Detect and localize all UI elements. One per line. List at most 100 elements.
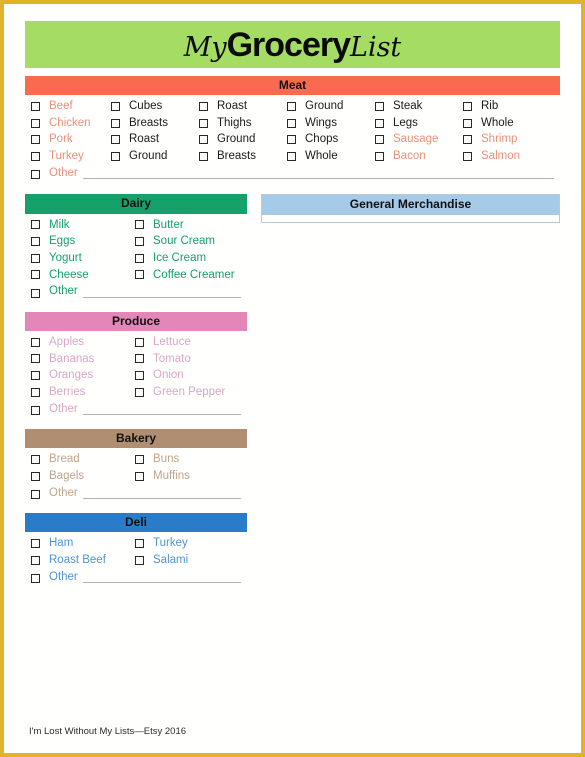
checkbox-dairy-3-0[interactable]: [31, 270, 40, 280]
checkbox-dairy-1-1[interactable]: [135, 237, 144, 247]
list-item[interactable]: Breasts: [199, 150, 287, 163]
list-item[interactable]: Roast Beef: [31, 554, 135, 567]
list-item[interactable]: Steak: [375, 100, 463, 113]
checkbox-produce-3-0[interactable]: [31, 387, 40, 397]
other-write-in-line[interactable]: [82, 286, 241, 298]
list-item[interactable]: Oranges: [31, 369, 135, 382]
list-item[interactable]: Roast: [199, 100, 287, 113]
checkbox-dairy-1-0[interactable]: [31, 237, 40, 247]
checkbox-meat-2-5[interactable]: [463, 135, 472, 145]
other-entry-row[interactable]: Other: [31, 403, 245, 416]
list-item[interactable]: Lettuce: [135, 336, 239, 349]
list-item[interactable]: Milk: [31, 219, 135, 232]
list-item[interactable]: Pork: [31, 133, 111, 146]
list-item[interactable]: Berries: [31, 386, 135, 399]
checkbox-deli-1-0[interactable]: [31, 555, 40, 565]
list-item[interactable]: Yogurt: [31, 252, 135, 265]
list-item[interactable]: Roast: [111, 133, 199, 146]
checkbox-meat-3-3[interactable]: [287, 151, 296, 161]
checkbox-produce-other[interactable]: [31, 406, 40, 416]
checkbox-meat-1-0[interactable]: [31, 118, 40, 128]
checkbox-dairy-2-0[interactable]: [31, 253, 40, 263]
list-item[interactable]: Thighs: [199, 117, 287, 130]
checkbox-meat-2-0[interactable]: [31, 135, 40, 145]
checkbox-meat-3-5[interactable]: [463, 151, 472, 161]
list-item[interactable]: Chops: [287, 133, 375, 146]
checkbox-dairy-0-1[interactable]: [135, 220, 144, 230]
checkbox-meat-1-3[interactable]: [287, 118, 296, 128]
list-item[interactable]: Beef: [31, 100, 111, 113]
checkbox-deli-other[interactable]: [31, 574, 40, 584]
other-write-in-line[interactable]: [82, 167, 554, 180]
checkbox-meat-3-0[interactable]: [31, 151, 40, 161]
list-item[interactable]: Cubes: [111, 100, 199, 113]
list-item[interactable]: Sausage: [375, 133, 463, 146]
list-item[interactable]: Apples: [31, 336, 135, 349]
list-item[interactable]: Rib: [463, 100, 551, 113]
checkbox-bakery-1-1[interactable]: [135, 471, 144, 481]
list-item[interactable]: Muffins: [135, 470, 239, 483]
list-item[interactable]: Legs: [375, 117, 463, 130]
list-item[interactable]: Ground: [199, 133, 287, 146]
list-item[interactable]: Ham: [31, 537, 135, 550]
checkbox-produce-1-0[interactable]: [31, 354, 40, 364]
checkbox-meat-1-4[interactable]: [375, 118, 384, 128]
checkbox-meat-0-5[interactable]: [463, 102, 472, 111]
checkbox-dairy-3-1[interactable]: [135, 270, 144, 280]
list-item[interactable]: Tomato: [135, 353, 239, 366]
list-item[interactable]: Shrimp: [463, 133, 551, 146]
checkbox-meat-2-2[interactable]: [199, 135, 208, 145]
other-write-in-line[interactable]: [82, 571, 241, 584]
list-item[interactable]: Bacon: [375, 150, 463, 163]
list-item[interactable]: Green Pepper: [135, 386, 239, 399]
list-item[interactable]: Butter: [135, 219, 239, 232]
checkbox-deli-1-1[interactable]: [135, 555, 144, 565]
checkbox-deli-0-1[interactable]: [135, 539, 144, 549]
list-item[interactable]: Salami: [135, 554, 239, 567]
checkbox-bakery-1-0[interactable]: [31, 471, 40, 481]
list-item[interactable]: Turkey: [135, 537, 239, 550]
checkbox-bakery-0-1[interactable]: [135, 455, 144, 465]
list-item[interactable]: Bananas: [31, 353, 135, 366]
other-write-in-line[interactable]: [82, 403, 241, 416]
checkbox-meat-0-4[interactable]: [375, 102, 384, 111]
list-item[interactable]: Whole: [463, 117, 551, 130]
list-item[interactable]: Bagels: [31, 470, 135, 483]
list-item[interactable]: Breasts: [111, 117, 199, 130]
checkbox-meat-0-2[interactable]: [199, 102, 208, 111]
checkbox-meat-2-4[interactable]: [375, 135, 384, 145]
other-write-in-line[interactable]: [82, 487, 241, 500]
list-item[interactable]: Ice Cream: [135, 252, 239, 265]
checkbox-meat-3-2[interactable]: [199, 151, 208, 161]
checkbox-produce-1-1[interactable]: [135, 354, 144, 364]
list-item[interactable]: Wings: [287, 117, 375, 130]
checkbox-meat-2-1[interactable]: [111, 135, 120, 145]
checkbox-meat-3-4[interactable]: [375, 151, 384, 161]
checkbox-meat-1-2[interactable]: [199, 118, 208, 128]
checkbox-bakery-other[interactable]: [31, 490, 40, 500]
list-item[interactable]: Cheese: [31, 269, 135, 282]
checkbox-produce-3-1[interactable]: [135, 387, 144, 397]
list-item[interactable]: Chicken: [31, 117, 111, 130]
checkbox-dairy-0-0[interactable]: [31, 220, 40, 230]
list-item[interactable]: Ground: [287, 100, 375, 113]
other-entry-row[interactable]: Other: [31, 167, 558, 180]
checkbox-meat-1-5[interactable]: [463, 118, 472, 128]
checkbox-produce-0-0[interactable]: [31, 337, 40, 347]
checkbox-bakery-0-0[interactable]: [31, 455, 40, 465]
list-item[interactable]: Eggs: [31, 235, 135, 248]
list-item[interactable]: Onion: [135, 369, 239, 382]
other-entry-row[interactable]: Other: [31, 285, 245, 298]
checkbox-dairy-2-1[interactable]: [135, 253, 144, 263]
checkbox-produce-2-0[interactable]: [31, 371, 40, 381]
checkbox-meat-0-3[interactable]: [287, 102, 296, 111]
checkbox-meat-1-1[interactable]: [111, 118, 120, 128]
list-item[interactable]: Whole: [287, 150, 375, 163]
other-entry-row[interactable]: Other: [31, 487, 245, 500]
checkbox-meat-0-1[interactable]: [111, 102, 120, 111]
list-item[interactable]: Buns: [135, 453, 239, 466]
checkbox-meat-other[interactable]: [31, 170, 40, 180]
list-item[interactable]: Bread: [31, 453, 135, 466]
list-item[interactable]: Ground: [111, 150, 199, 163]
list-item[interactable]: Salmon: [463, 150, 551, 163]
